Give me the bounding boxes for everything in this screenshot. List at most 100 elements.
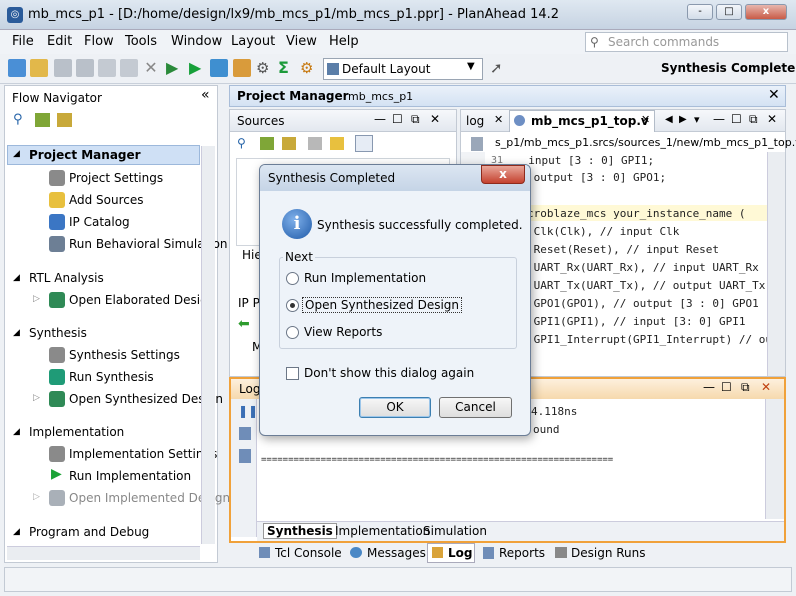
nav-synthesis-settings[interactable]: Synthesis Settings (69, 348, 180, 362)
new-project-icon[interactable] (8, 59, 26, 77)
tab-simulation[interactable]: Simulation (423, 524, 487, 538)
tab-messages[interactable]: Messages (367, 546, 426, 560)
add-sources-icon[interactable] (330, 137, 344, 150)
search-input[interactable]: Search commands (585, 32, 788, 52)
menu-flow[interactable]: Flow (84, 34, 114, 49)
nav-open-elaborated-design[interactable]: Open Elaborated Design (69, 293, 215, 307)
undo-icon[interactable] (54, 59, 72, 77)
option-run-implementation[interactable]: Run Implementation (304, 271, 426, 285)
vertical-scrollbar[interactable] (765, 399, 784, 519)
tab-design-runs[interactable]: Design Runs (571, 546, 646, 560)
gear-icon[interactable]: ⚙ (300, 59, 318, 77)
back-arrow-icon[interactable]: ⬅ (238, 316, 250, 332)
dialog-close-button[interactable]: x (481, 165, 525, 184)
expand-icon[interactable]: ◢ (13, 328, 20, 338)
tab-log[interactable]: log (466, 114, 484, 128)
nav-run-synthesis[interactable]: Run Synthesis (69, 370, 154, 384)
close-window-button[interactable]: x (745, 4, 787, 20)
nav-implementation-settings[interactable]: Implementation Settings (69, 447, 217, 461)
radio-view-reports[interactable] (286, 326, 299, 339)
delete-icon[interactable]: ✕ (142, 59, 160, 77)
copy-icon[interactable] (239, 427, 251, 440)
collapse-all-icon[interactable] (260, 137, 274, 150)
nav-run-implementation[interactable]: Run Implementation (69, 469, 191, 483)
tab-synthesis[interactable]: Synthesis (263, 523, 337, 539)
expand-all-icon[interactable] (57, 113, 72, 127)
tab-implementation[interactable]: Implementation (335, 524, 430, 538)
radio-run-implementation[interactable] (286, 272, 299, 285)
menu-tools[interactable]: Tools (125, 34, 157, 49)
generate-bitstream-icon[interactable] (233, 59, 251, 77)
tab-ip-properties[interactable]: IP P (238, 296, 260, 310)
restore-icon[interactable]: ☐ (731, 112, 742, 126)
run-implementation-icon[interactable] (210, 59, 228, 77)
option-open-synthesized-design[interactable]: Open Synthesized Design (302, 297, 463, 313)
tab-reports[interactable]: Reports (499, 546, 545, 560)
close-icon[interactable]: ✕ (768, 87, 780, 103)
search-icon[interactable]: ⚲ (237, 136, 246, 150)
menu-edit[interactable]: Edit (47, 34, 72, 49)
vertical-scrollbar[interactable] (201, 146, 215, 544)
close-icon[interactable]: ✕ (767, 112, 777, 126)
collapse-all-icon[interactable] (35, 113, 50, 127)
expand-icon[interactable]: ◢ (13, 149, 20, 159)
paste-icon[interactable] (120, 59, 138, 77)
vertical-scrollbar[interactable] (767, 152, 785, 376)
tab-list-icon[interactable]: ▾ (694, 113, 700, 126)
pointer-icon[interactable]: ➚ (490, 59, 508, 77)
nav-open-synthesized-design[interactable]: Open Synthesized Design (69, 392, 223, 406)
close-icon[interactable]: ✕ (761, 380, 771, 394)
float-icon[interactable]: ⧉ (741, 380, 750, 395)
minimize-button[interactable]: - (687, 4, 713, 20)
menu-view[interactable]: View (286, 34, 317, 49)
dont-show-checkbox[interactable] (286, 367, 299, 380)
close-icon[interactable]: ✕ (494, 113, 503, 126)
restore-icon[interactable]: ☐ (392, 112, 403, 126)
float-icon[interactable]: ⧉ (749, 112, 758, 127)
menu-file[interactable]: File (12, 34, 34, 49)
layout-dropdown[interactable]: Default Layout (323, 58, 483, 80)
chevron-right-icon[interactable]: ▷ (33, 492, 40, 502)
expand-icon[interactable]: ◢ (13, 427, 20, 437)
minimize-icon[interactable]: — (703, 380, 715, 394)
run-icon[interactable]: ▶ (166, 59, 184, 77)
menu-layout[interactable]: Layout (231, 34, 275, 49)
search-icon[interactable]: ⚲ (13, 112, 23, 127)
nav-project-settings[interactable]: Project Settings (69, 171, 163, 185)
nav-add-sources[interactable]: Add Sources (69, 193, 144, 207)
run-synthesis-icon[interactable]: ▶ (189, 59, 207, 77)
scroll-right-icon[interactable]: ▶ (679, 114, 687, 125)
chevron-right-icon[interactable]: ▷ (33, 393, 40, 403)
ok-button[interactable]: OK (359, 397, 431, 418)
scroll-left-icon[interactable]: ◀ (665, 114, 673, 125)
cancel-button[interactable]: Cancel (439, 397, 512, 418)
close-icon[interactable]: ✕ (430, 112, 440, 126)
close-icon[interactable]: ✕ (641, 113, 650, 126)
sigma-icon[interactable]: Σ (278, 59, 296, 77)
maximize-button[interactable]: □ (716, 4, 742, 20)
collapse-button[interactable]: « (201, 87, 210, 103)
copy-icon[interactable] (98, 59, 116, 77)
horizontal-scrollbar[interactable] (7, 546, 200, 560)
dont-show-label[interactable]: Don't show this dialog again (304, 366, 474, 380)
expand-all-icon[interactable] (282, 137, 296, 150)
hierarchy-icon[interactable] (308, 137, 322, 150)
expand-icon[interactable]: ◢ (13, 273, 20, 283)
radio-open-synthesized-design[interactable] (286, 299, 299, 312)
redo-icon[interactable] (76, 59, 94, 77)
minimize-icon[interactable]: — (713, 112, 725, 126)
menu-window[interactable]: Window (171, 34, 222, 49)
option-view-reports[interactable]: View Reports (304, 325, 382, 339)
restore-icon[interactable]: ☐ (721, 380, 732, 394)
pause-icon[interactable]: ❚❚ (238, 404, 258, 418)
chevron-right-icon[interactable]: ▷ (33, 294, 40, 304)
tab-tcl-console[interactable]: Tcl Console (275, 546, 342, 560)
menu-help[interactable]: Help (329, 34, 359, 49)
minimize-icon[interactable]: — (374, 112, 386, 126)
chevron-down-icon[interactable]: ▼ (467, 61, 475, 72)
document-icon[interactable] (239, 449, 251, 463)
properties-icon[interactable] (355, 135, 373, 152)
float-icon[interactable]: ⧉ (411, 112, 420, 127)
settings-icon[interactable]: ⚙ (256, 59, 274, 77)
open-project-icon[interactable] (30, 59, 48, 77)
